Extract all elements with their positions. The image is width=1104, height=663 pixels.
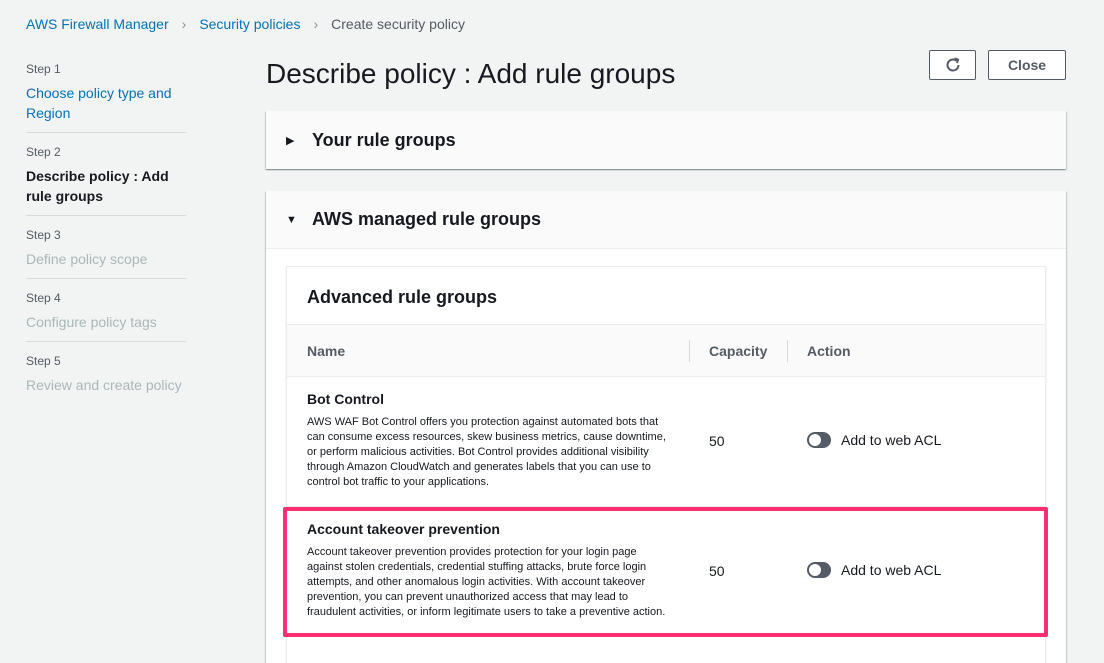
toggle-label: Add to web ACL	[841, 562, 942, 578]
table-row-bot-control: Bot Control AWS WAF Bot Control offers y…	[287, 377, 1045, 507]
advanced-rule-groups-title: Advanced rule groups	[287, 267, 1045, 325]
rule-group-name: Bot Control	[307, 391, 384, 407]
breadcrumb-current: Create security policy	[331, 16, 465, 32]
rule-group-capacity: 50	[709, 433, 725, 449]
managed-rule-groups-panel: ▼ AWS managed rule groups Advanced rule …	[266, 191, 1066, 663]
breadcrumb: AWS Firewall Manager › Security policies…	[26, 16, 465, 32]
caret-down-icon: ▼	[286, 213, 297, 226]
rule-group-capacity: 50	[709, 563, 725, 579]
step-number: Step 3	[26, 228, 61, 242]
breadcrumb-security-policies[interactable]: Security policies	[199, 16, 300, 32]
chevron-right-icon: ›	[313, 16, 319, 32]
refresh-button[interactable]	[929, 50, 976, 80]
step-label-describe-policy: Describe policy : Add rule groups	[26, 168, 169, 204]
column-divider	[787, 340, 788, 362]
step-label-review-create: Review and create policy	[26, 377, 182, 393]
step-4: Step 4 Configure policy tags	[26, 291, 186, 342]
step-label-define-scope: Define policy scope	[26, 251, 148, 267]
your-rule-groups-header[interactable]: ▶ Your rule groups	[266, 111, 1066, 169]
rule-group-name: Account takeover prevention	[307, 521, 500, 537]
header-actions: Close	[929, 50, 1066, 80]
table-header: Name Capacity Action	[287, 325, 1045, 377]
step-2: Step 2 Describe policy : Add rule groups	[26, 145, 186, 216]
step-1: Step 1 Choose policy type and Region	[26, 62, 186, 133]
managed-rule-groups-header[interactable]: ▼ AWS managed rule groups	[266, 191, 1066, 249]
rule-group-description: AWS WAF Bot Control offers you protectio…	[307, 416, 666, 488]
page-title: Describe policy : Add rule groups	[266, 58, 676, 89]
close-button[interactable]: Close	[988, 50, 1066, 80]
your-rule-groups-panel: ▶ Your rule groups	[266, 111, 1066, 169]
step-link-choose-policy-type[interactable]: Choose policy type and Region	[26, 83, 186, 123]
your-rule-groups-title: Your rule groups	[312, 129, 456, 150]
step-number: Step 4	[26, 291, 61, 305]
add-to-web-acl-toggle-bot-control[interactable]: Add to web ACL	[807, 432, 941, 448]
step-3: Step 3 Define policy scope	[26, 228, 186, 279]
column-header-name: Name	[307, 342, 346, 359]
toggle-switch[interactable]	[807, 432, 831, 448]
add-to-web-acl-toggle-account-takeover[interactable]: Add to web ACL	[807, 562, 941, 578]
refresh-icon	[946, 57, 959, 72]
step-number: Step 2	[26, 145, 61, 159]
step-number: Step 5	[26, 354, 61, 368]
caret-right-icon: ▶	[286, 134, 295, 147]
wizard-steps: Step 1 Choose policy type and Region Ste…	[26, 62, 186, 416]
chevron-right-icon: ›	[181, 16, 187, 32]
breadcrumb-firewall-manager[interactable]: AWS Firewall Manager	[26, 16, 169, 32]
column-divider	[689, 340, 690, 362]
toggle-switch[interactable]	[807, 562, 831, 578]
step-label-configure-tags: Configure policy tags	[26, 314, 157, 330]
column-header-capacity: Capacity	[709, 342, 768, 359]
advanced-rule-groups-container: Advanced rule groups Name Capacity Actio…	[286, 266, 1046, 663]
toggle-label: Add to web ACL	[841, 432, 942, 448]
managed-rule-groups-title: AWS managed rule groups	[312, 209, 542, 229]
step-5: Step 5 Review and create policy	[26, 354, 186, 404]
table-row-account-takeover: Account takeover prevention Account take…	[287, 507, 1045, 637]
column-header-action: Action	[807, 342, 851, 359]
rule-group-description: Account takeover prevention provides pro…	[307, 546, 666, 618]
step-number: Step 1	[26, 62, 61, 76]
